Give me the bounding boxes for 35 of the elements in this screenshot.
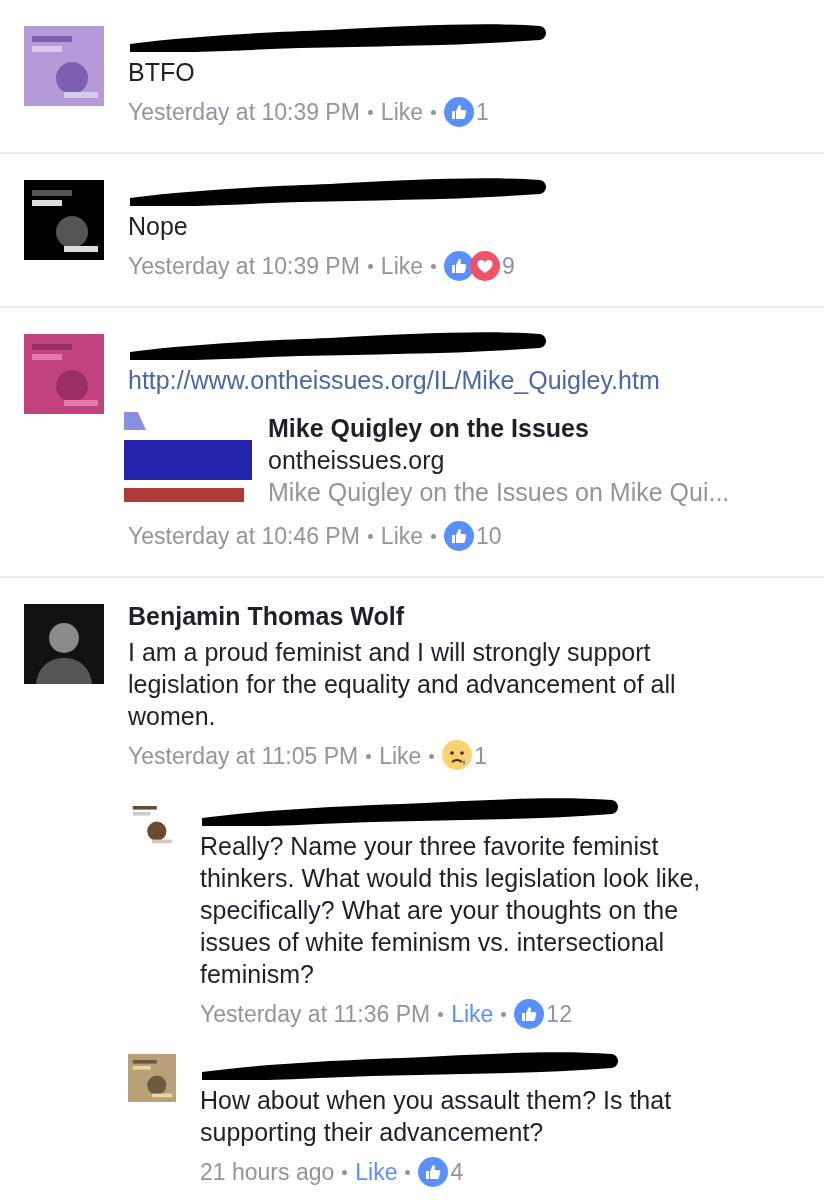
preview-title[interactable]: Mike Quigley on the Issues (268, 412, 730, 444)
avatar[interactable] (24, 604, 104, 684)
comment-text: BTFO (128, 57, 196, 88)
timestamp: Yesterday at 10:46 PM (128, 522, 360, 551)
comment-text: I am a proud feminist and I will strongly support legislation for the equality and advancement of all women. (128, 637, 677, 732)
thumbs-up-icon (514, 999, 545, 1029)
thumbs-up-icon (444, 521, 475, 551)
like-link[interactable]: Like (380, 96, 424, 128)
reaction-count: 1 (476, 98, 489, 127)
like-link[interactable]: Like (355, 1156, 398, 1188)
timestamp: Yesterday at 10:39 PM (128, 252, 360, 281)
preview-description: Mike Quigley on the Issues on Mike Qui... (268, 477, 730, 508)
preview-domain: ontheissues.org (268, 445, 446, 476)
comment-text: Nope (128, 211, 189, 242)
thumbs-up-icon (444, 97, 475, 127)
like-link[interactable]: Like (379, 740, 422, 772)
reaction-count: 4 (450, 1158, 464, 1187)
reaction-count: 12 (546, 1000, 572, 1029)
reaction-count: 10 (476, 522, 502, 551)
timestamp: Yesterday at 11:05 PM (128, 742, 359, 771)
comment-text: How about when you assault them? Is that supporting their advancement? (200, 1085, 673, 1148)
timestamp: Yesterday at 11:36 PM (200, 1000, 431, 1029)
timestamp: 21 hours ago (200, 1158, 335, 1187)
thumbs-up-icon (418, 1157, 449, 1187)
comment-text: Really? Name your three favorite feminist thinkers. What would this legislation look like, specifically? What are your thoughts on the issues of white feminism vs. intersectional feminism? (200, 831, 702, 990)
reaction-count: 1 (474, 742, 488, 771)
like-link[interactable]: Like (451, 998, 494, 1030)
comment-link[interactable]: http://www.ontheissues.org/IL/Mike_Quigley.htm (128, 364, 760, 396)
like-link[interactable]: Like (380, 520, 424, 552)
timestamp: Yesterday at 10:39 PM (128, 98, 360, 127)
like-link[interactable]: Like (380, 250, 424, 282)
reaction-count: 9 (502, 252, 515, 281)
sad-face-icon (442, 740, 473, 772)
author-name[interactable]: Benjamin Thomas Wolf (128, 600, 760, 632)
thumbs-up-icon (444, 251, 475, 281)
